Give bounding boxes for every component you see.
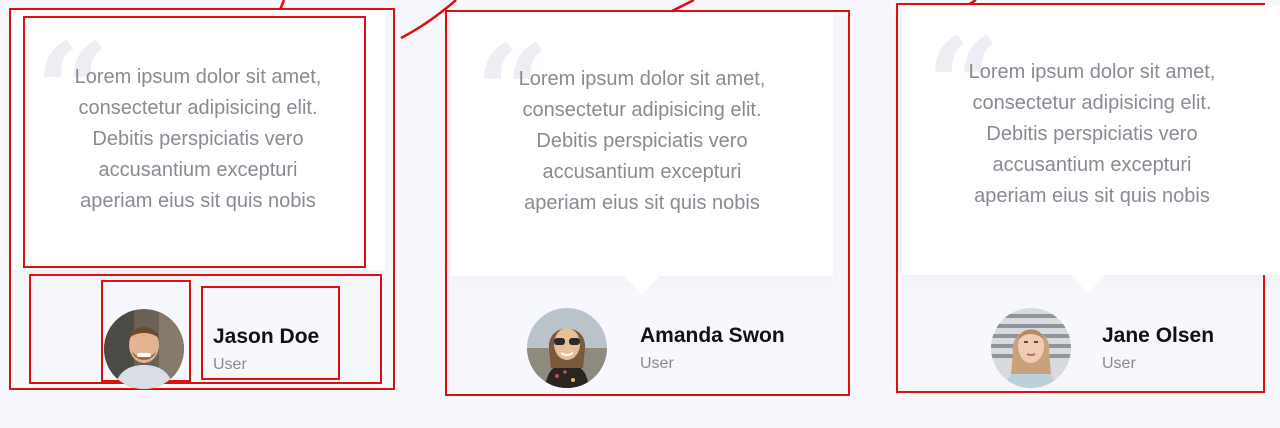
woman-portrait-avatar-icon — [991, 308, 1071, 388]
quote-bubble: “ Lorem ipsum dolor sit amet, consectetu… — [902, 5, 1280, 293]
woman-sunglasses-portrait-avatar-icon — [527, 308, 607, 388]
author-name: Jason Doe — [213, 325, 320, 348]
author-role: User — [640, 355, 674, 372]
avatar — [104, 309, 184, 389]
author-role: User — [1102, 355, 1136, 372]
testimonial-card-3: “ Lorem ipsum dolor sit amet, consectetu… — [896, 3, 1280, 393]
testimonial-card-1: “ Lorem ipsum dolor sit amet, consectetu… — [9, 8, 395, 390]
testimonial-card-2: “ Lorem ipsum dolor sit amet, consectetu… — [445, 10, 850, 396]
author-name: Jane Olsen — [1102, 324, 1215, 347]
author-role: User — [213, 356, 247, 373]
testimonial-quote: Lorem ipsum dolor sit amet, consectetur … — [968, 61, 1216, 207]
testimonial-quote: Lorem ipsum dolor sit amet, consectetur … — [518, 68, 766, 214]
avatar — [527, 308, 607, 388]
man-portrait-avatar-icon — [104, 309, 184, 389]
author-name: Amanda Swon — [640, 324, 785, 347]
avatar — [991, 308, 1071, 388]
quote-bubble: “ Lorem ipsum dolor sit amet, consectetu… — [451, 12, 833, 294]
quote-highlight-box — [23, 16, 366, 268]
